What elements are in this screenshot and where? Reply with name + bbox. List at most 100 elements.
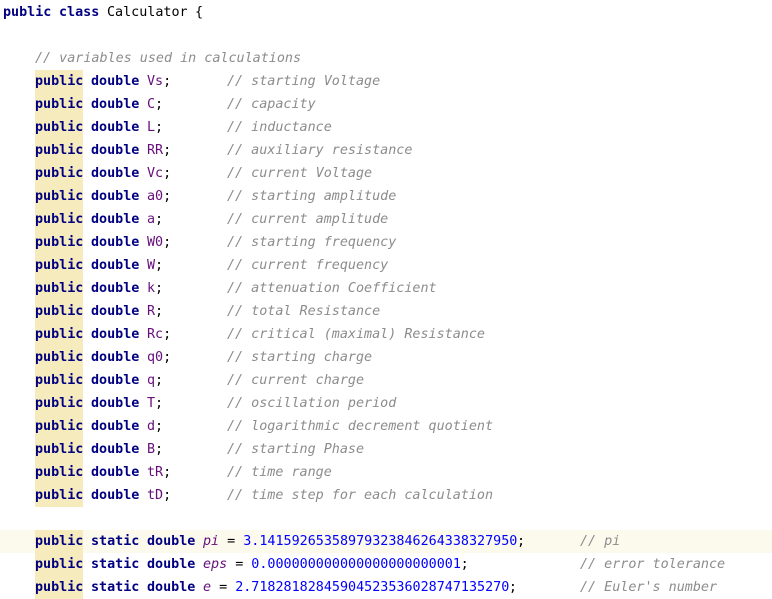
constant-line-eps[interactable]: public static double eps = 0.0000000000000000… bbox=[0, 553, 772, 576]
semicolon: ; bbox=[155, 373, 164, 388]
field-comment: // starting amplitude bbox=[227, 189, 397, 204]
semicolon: ; bbox=[163, 327, 172, 342]
constant-line-e[interactable]: public static double e = 2.718281828459045235… bbox=[0, 576, 772, 599]
keyword-double: double bbox=[91, 281, 140, 296]
semicolon: ; bbox=[508, 580, 517, 595]
keyword-static: static bbox=[91, 534, 140, 549]
field-name: tR bbox=[147, 465, 164, 480]
keyword-double: double bbox=[91, 327, 140, 342]
field-comment: // critical (maximal) Resistance bbox=[227, 327, 485, 342]
constant-value: 2.71828182845904523536028747135270 bbox=[235, 580, 510, 595]
keyword-static: static bbox=[91, 580, 140, 595]
keyword-public: public bbox=[35, 139, 84, 162]
keyword-public: public bbox=[35, 438, 84, 461]
semicolon: ; bbox=[516, 534, 525, 549]
field-line-R[interactable]: public double R; // total Resistance bbox=[0, 300, 772, 323]
semicolon: ; bbox=[163, 166, 172, 181]
field-name: q0 bbox=[147, 350, 164, 365]
semicolon: ; bbox=[155, 120, 164, 135]
open-brace: { bbox=[195, 5, 204, 20]
semicolon: ; bbox=[155, 396, 164, 411]
field-line-W0[interactable]: public double W0; // starting frequency bbox=[0, 231, 772, 254]
field-line-k[interactable]: public double k; // attenuation Coefficient bbox=[0, 277, 772, 300]
semicolon: ; bbox=[460, 557, 469, 572]
field-line-a0[interactable]: public double a0; // starting amplitude bbox=[0, 185, 772, 208]
keyword-static: static bbox=[91, 557, 140, 572]
field-line-q0[interactable]: public double q0; // starting charge bbox=[0, 346, 772, 369]
field-comment: // capacity bbox=[227, 97, 316, 112]
keyword-public: public bbox=[35, 530, 84, 553]
field-line-C[interactable]: public double C; // capacity bbox=[0, 93, 772, 116]
keyword-public: public bbox=[35, 208, 84, 231]
field-line-tD[interactable]: public double tD; // time step for each cal… bbox=[0, 484, 772, 507]
keyword-public: public bbox=[35, 300, 84, 323]
keyword-double: double bbox=[91, 212, 140, 227]
field-comment: // starting Voltage bbox=[227, 74, 381, 89]
field-line-Rc[interactable]: public double Rc; // critical (maximal) Res… bbox=[0, 323, 772, 346]
field-line-T[interactable]: public double T; // oscillation period bbox=[0, 392, 772, 415]
field-name: W bbox=[147, 258, 156, 273]
field-comment: // current amplitude bbox=[227, 212, 389, 227]
field-line-RR[interactable]: public double RR; // auxiliary resistance bbox=[0, 139, 772, 162]
keyword-public: public bbox=[35, 576, 84, 599]
constant-comment: // error tolerance bbox=[580, 557, 726, 572]
field-comment: // starting charge bbox=[227, 350, 373, 365]
field-comment: // current frequency bbox=[227, 258, 389, 273]
keyword-double: double bbox=[91, 189, 140, 204]
semicolon: ; bbox=[155, 304, 164, 319]
field-line-q[interactable]: public double q; // current charge bbox=[0, 369, 772, 392]
keyword-public: public bbox=[35, 162, 84, 185]
code-line-section-comment[interactable]: // variables used in calculations bbox=[0, 47, 772, 70]
constant-name: eps bbox=[203, 557, 228, 572]
constant-name: pi bbox=[203, 534, 220, 549]
keyword-double: double bbox=[147, 557, 196, 572]
keyword-public: public bbox=[35, 70, 84, 93]
section-comment: // variables used in calculations bbox=[35, 51, 302, 66]
semicolon: ; bbox=[163, 235, 172, 250]
keyword-public: public bbox=[35, 323, 84, 346]
field-comment: // time step for each calculation bbox=[227, 488, 494, 503]
keyword-double: double bbox=[147, 580, 196, 595]
keyword-double: double bbox=[91, 235, 140, 250]
field-name: L bbox=[147, 120, 156, 135]
field-line-Vs[interactable]: public double Vs; // starting Voltage bbox=[0, 70, 772, 93]
field-name: R bbox=[147, 304, 156, 319]
code-line-class-declaration[interactable]: public class Calculator { bbox=[0, 1, 772, 24]
field-comment: // starting frequency bbox=[227, 235, 397, 250]
field-line-W[interactable]: public double W; // current frequency bbox=[0, 254, 772, 277]
field-name: a0 bbox=[147, 189, 164, 204]
field-line-B[interactable]: public double B; // starting Phase bbox=[0, 438, 772, 461]
keyword-double: double bbox=[91, 304, 140, 319]
keyword-double: double bbox=[91, 74, 140, 89]
keyword-double: double bbox=[91, 97, 140, 112]
constant-line-pi[interactable]: public static double pi = 3.14159265358979323… bbox=[0, 530, 772, 553]
field-comment: // time range bbox=[227, 465, 332, 480]
constant-comment: // Euler's number bbox=[580, 580, 718, 595]
semicolon: ; bbox=[155, 442, 164, 457]
field-name: W0 bbox=[147, 235, 164, 250]
keyword-public: public bbox=[35, 346, 84, 369]
field-name: Vc bbox=[147, 166, 164, 181]
semicolon: ; bbox=[163, 350, 172, 365]
keyword-public: public bbox=[35, 553, 84, 576]
keyword-class: class bbox=[59, 5, 100, 20]
code-editor[interactable]: public class Calculator { // variables u… bbox=[0, 0, 772, 599]
keyword-double: double bbox=[91, 166, 140, 181]
keyword-public: public bbox=[35, 231, 84, 254]
field-line-L[interactable]: public double L; // inductance bbox=[0, 116, 772, 139]
field-name: B bbox=[147, 442, 156, 457]
field-line-d[interactable]: public double d; // logarithmic decrement q… bbox=[0, 415, 772, 438]
keyword-double: double bbox=[147, 534, 196, 549]
field-name: Rc bbox=[147, 327, 164, 342]
keyword-public: public bbox=[35, 254, 84, 277]
keyword-public: public bbox=[35, 415, 84, 438]
field-name: tD bbox=[147, 488, 164, 503]
field-line-tR[interactable]: public double tR; // time range bbox=[0, 461, 772, 484]
semicolon: ; bbox=[163, 189, 172, 204]
field-line-Vc[interactable]: public double Vc; // current Voltage bbox=[0, 162, 772, 185]
constant-value: 3.14159265358979323846264338327950 bbox=[243, 534, 518, 549]
keyword-double: double bbox=[91, 143, 140, 158]
keyword-double: double bbox=[91, 442, 140, 457]
field-line-a[interactable]: public double a; // current amplitude bbox=[0, 208, 772, 231]
semicolon: ; bbox=[163, 465, 172, 480]
